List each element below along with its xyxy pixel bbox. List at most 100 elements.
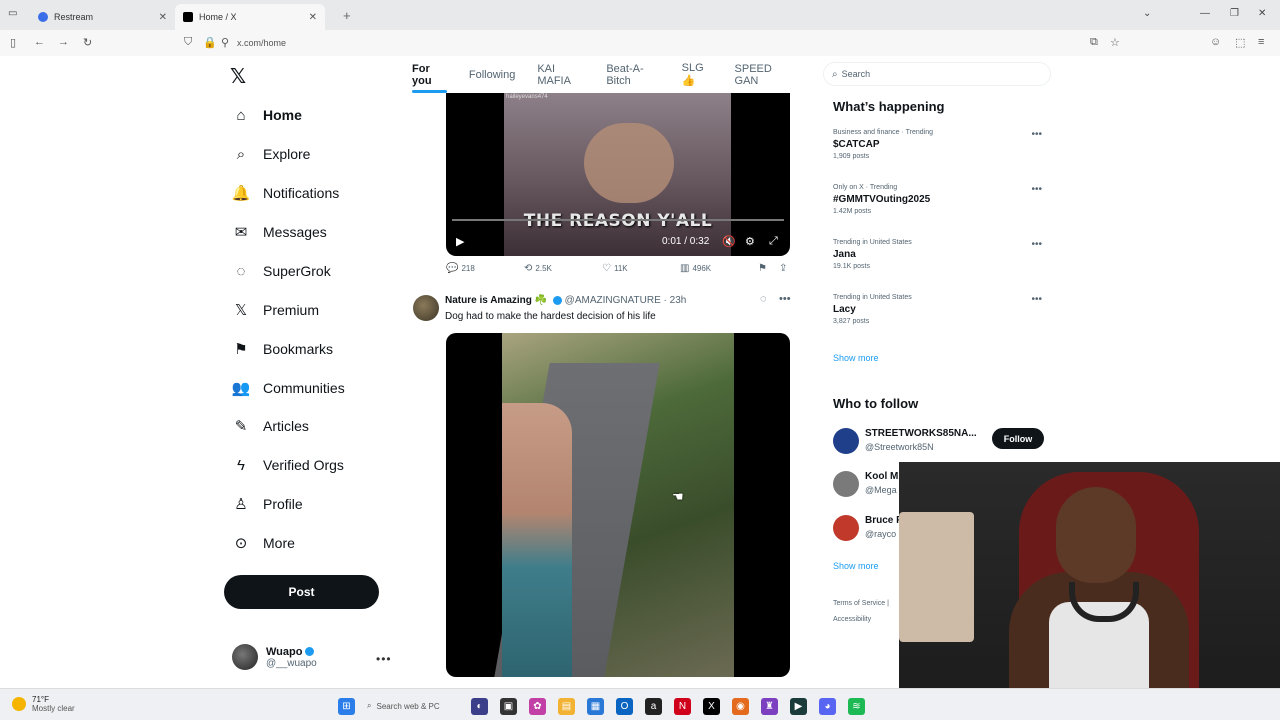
trend-item[interactable]: Trending in United States Lacy 3,827 posts…: [833, 294, 1048, 325]
video-player[interactable]: [446, 333, 790, 677]
forward-icon[interactable]: →: [58, 36, 69, 48]
nav-item-explore[interactable]: ⌕ Explore: [232, 142, 311, 166]
trend-more-icon[interactable]: •••: [1031, 129, 1042, 140]
feed-tab[interactable]: Following: [469, 56, 515, 93]
trend-more-icon[interactable]: •••: [1031, 239, 1042, 250]
url-field[interactable]: x.com/home: [237, 38, 286, 48]
who-to-follow-show-more-link[interactable]: Show more: [833, 561, 879, 571]
tab-list-chevron-icon[interactable]: ⌄: [1143, 8, 1151, 19]
nav-item-notifications[interactable]: 🔔 Notifications: [232, 181, 340, 205]
minimize-icon[interactable]: —: [1200, 8, 1210, 19]
account-more-icon[interactable]: •••: [376, 652, 392, 666]
browser-tab-x[interactable]: Home / X ✕: [175, 4, 325, 30]
close-tab-icon[interactable]: ✕: [159, 12, 167, 23]
game-app-icon[interactable]: ♜: [761, 697, 778, 715]
streaming-app-icon[interactable]: ▶: [790, 697, 807, 715]
reply-button[interactable]: 💬 218: [446, 263, 475, 274]
nav-item-profile[interactable]: ♙ Profile: [232, 492, 303, 516]
bookmark-button[interactable]: ⚑: [758, 263, 770, 274]
author-name[interactable]: Nature is Amazing ☘️: [445, 295, 547, 306]
reload-icon[interactable]: ↻: [83, 36, 92, 49]
nav-item-home[interactable]: ⌂ Home: [232, 103, 301, 127]
play-icon[interactable]: ▶: [456, 235, 464, 248]
trend-more-icon[interactable]: •••: [1031, 294, 1042, 305]
windows-start-icon[interactable]: ⊞: [338, 697, 355, 715]
footer-terms-link[interactable]: Terms of Service |: [833, 600, 889, 607]
amazon-app-icon[interactable]: a: [645, 697, 662, 715]
settings-gear-icon[interactable]: ⚙: [745, 235, 755, 248]
close-window-icon[interactable]: ✕: [1258, 8, 1266, 19]
video-progress-bar[interactable]: [452, 219, 784, 221]
copilot-app-icon[interactable]: ✿: [529, 697, 546, 715]
file-explorer-icon[interactable]: ▤: [558, 697, 575, 715]
terminal-app-icon[interactable]: ▣: [500, 697, 517, 715]
avatar[interactable]: [413, 295, 439, 321]
nav-item-articles[interactable]: ✎ Articles: [232, 414, 309, 438]
share-button[interactable]: ⇪: [779, 263, 790, 274]
firefox-app-icon[interactable]: ◉: [732, 697, 749, 715]
nav-item-more[interactable]: ⊙ More: [232, 531, 295, 555]
trend-item[interactable]: Business and finance · Trending $CATCAP 1,…: [833, 129, 1048, 160]
avatar[interactable]: [833, 515, 859, 541]
spotify-app-icon[interactable]: ≋: [848, 697, 865, 715]
nav-item-premium[interactable]: 𝕏 Premium: [232, 298, 319, 322]
follow-button[interactable]: Follow: [992, 428, 1044, 449]
people-icon: 👥: [231, 380, 251, 397]
weather-widget[interactable]: 71°F Mostly clear: [12, 695, 75, 713]
video-player[interactable]: haileyevans474 THE REASON Y'ALL ▶ 0:01 /…: [446, 93, 790, 256]
account-icon[interactable]: ☺: [1210, 36, 1221, 48]
nav-item-supergrok[interactable]: ◌ SuperGrok: [232, 259, 331, 283]
follow-suggestion[interactable]: STREETWORKS85NA... @Streetwork85N Follow: [833, 426, 1053, 456]
browser-tab-restream[interactable]: Restream ✕: [30, 4, 175, 30]
outlook-app-icon[interactable]: O: [616, 697, 633, 715]
author-handle[interactable]: @AMAZINGNATURE · 23h: [565, 295, 687, 306]
netflix-app-icon[interactable]: N: [674, 697, 691, 715]
site-info-icon[interactable]: ⚲: [221, 36, 229, 49]
nav-item-bookmarks[interactable]: ⚑ Bookmarks: [232, 337, 333, 361]
views-button[interactable]: ▥ 496K: [680, 263, 711, 274]
sidebar-toggle-icon[interactable]: ▯: [10, 36, 16, 49]
lock-icon[interactable]: 🔒: [203, 36, 217, 49]
avatar[interactable]: [833, 471, 859, 497]
favorite-star-icon[interactable]: ☆: [1110, 36, 1120, 49]
account-switcher[interactable]: Wuapo @__wuapo: [232, 644, 392, 670]
feed-tab[interactable]: For you: [412, 56, 447, 93]
trend-item[interactable]: Trending in United States Jana 19.1K posts…: [833, 239, 1048, 270]
feed-tab[interactable]: SLG👍: [682, 56, 713, 93]
restore-icon[interactable]: ❐: [1230, 8, 1239, 19]
trend-more-icon[interactable]: •••: [1031, 184, 1042, 195]
tab-actions-icon[interactable]: ▭: [8, 8, 17, 19]
search-input[interactable]: ⌕ Search: [823, 62, 1051, 86]
repost-button[interactable]: ⟲ 2.5K: [524, 263, 552, 274]
nav-item-communities[interactable]: 👥 Communities: [232, 376, 345, 400]
shield-icon[interactable]: ⛉: [184, 36, 192, 49]
back-icon[interactable]: ←: [34, 36, 45, 48]
install-app-icon[interactable]: ⧉: [1090, 36, 1098, 49]
extensions-icon[interactable]: ⬚: [1235, 36, 1245, 49]
widgets-app-icon[interactable]: ◐: [471, 697, 488, 715]
nav-item-messages[interactable]: ✉ Messages: [232, 220, 327, 244]
mute-icon[interactable]: 🔇: [722, 235, 736, 248]
nav-item-label: Profile: [263, 496, 303, 512]
fullscreen-icon[interactable]: ⤢: [769, 235, 778, 248]
new-tab-icon[interactable]: +: [343, 8, 351, 23]
avatar[interactable]: [833, 428, 859, 454]
nav-item-verified-orgs[interactable]: ϟ Verified Orgs: [232, 453, 344, 477]
feed-tab[interactable]: Beat-A-Bitch: [606, 56, 659, 93]
grok-icon[interactable]: ◌: [760, 293, 767, 305]
taskbar-search[interactable]: ⌕ Search web & PC: [367, 696, 459, 716]
close-tab-icon[interactable]: ✕: [309, 12, 317, 23]
x-logo-icon[interactable]: 𝕏: [230, 64, 246, 88]
trending-show-more-link[interactable]: Show more: [833, 353, 879, 363]
feed-tab[interactable]: KAI MAFIA: [537, 56, 584, 93]
discord-app-icon[interactable]: ◕: [819, 697, 836, 715]
footer-accessibility-link[interactable]: Accessibility: [833, 616, 871, 623]
x-app-icon[interactable]: X: [703, 697, 720, 715]
like-button[interactable]: ♡ 11K: [602, 263, 628, 274]
tweet-more-icon[interactable]: •••: [779, 293, 791, 305]
post-button[interactable]: Post: [224, 575, 379, 609]
feed-tab[interactable]: SPEED GAN: [735, 56, 790, 93]
trend-item[interactable]: Only on X · Trending #GMMTVOuting2025 1.42…: [833, 184, 1048, 215]
store-app-icon[interactable]: ▦: [587, 697, 604, 715]
menu-icon[interactable]: ≡: [1258, 36, 1264, 48]
